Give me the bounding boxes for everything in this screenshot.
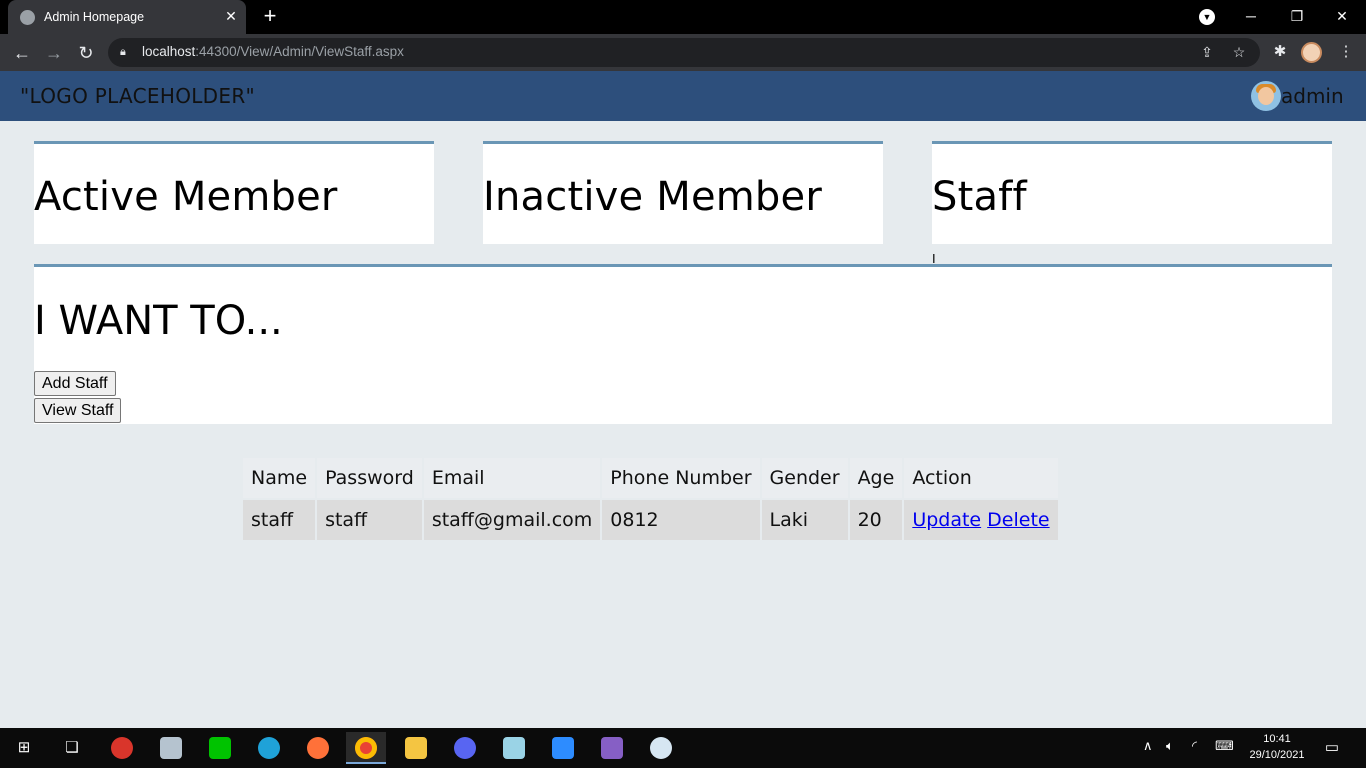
browser-tab-bar: Admin Homepage ✕ + ▼ ─ ❐ ✕: [0, 0, 1366, 34]
app-header: "LOGO PLACEHOLDER" admin: [0, 71, 1366, 121]
system-clock[interactable]: 10:41 29/10/2021: [1244, 731, 1310, 763]
forward-arrow-icon[interactable]: →: [41, 40, 67, 66]
column-header: Action: [904, 458, 1058, 498]
column-header: Age: [849, 458, 903, 498]
back-arrow-icon[interactable]: ←: [9, 40, 35, 66]
tab-title: Admin Homepage: [44, 10, 145, 24]
panel-title: I WANT TO...: [34, 298, 283, 344]
line-app-icon[interactable]: [200, 732, 240, 764]
extensions-icon[interactable]: ✱: [1268, 40, 1292, 64]
chrome-icon[interactable]: [346, 732, 386, 764]
notification-icon[interactable]: ▭: [1322, 738, 1342, 758]
browser-tab[interactable]: Admin Homepage ✕: [8, 0, 246, 34]
visual-studio-icon[interactable]: [592, 732, 632, 764]
cell-gender: Laki: [761, 500, 848, 540]
windows-taskbar: ⊞ ❏ ∧ 🔈︎ ◜ ⌨ 10:41 29/10/2021 ▭: [0, 728, 1366, 768]
cell-password: staff: [317, 500, 422, 540]
ccleaner-icon[interactable]: [102, 732, 142, 764]
column-header: Email: [423, 458, 601, 498]
cell-phone: 0812: [602, 500, 760, 540]
staff-table: Name Password Email Phone Number Gender …: [241, 456, 1060, 542]
network-icon[interactable]: ◜: [1192, 738, 1197, 754]
delete-link[interactable]: Delete: [987, 509, 1049, 531]
reload-icon[interactable]: ↻: [73, 40, 99, 66]
file-explorer-icon[interactable]: [396, 732, 436, 764]
restore-button[interactable]: ❐: [1277, 4, 1317, 28]
zoom-icon[interactable]: [543, 732, 583, 764]
notepad-app-icon[interactable]: [494, 732, 534, 764]
share-icon[interactable]: ⇪: [1198, 43, 1216, 61]
globe-icon: [20, 10, 35, 25]
windows-start-icon[interactable]: ⊞: [4, 732, 44, 764]
edge-icon[interactable]: [249, 732, 289, 764]
table-header-row: Name Password Email Phone Number Gender …: [243, 458, 1058, 498]
volume-icon[interactable]: 🔈︎: [1166, 738, 1174, 754]
column-header: Gender: [761, 458, 848, 498]
new-tab-button[interactable]: +: [259, 5, 281, 28]
card-title: Active Member: [34, 174, 338, 220]
column-header: Name: [243, 458, 316, 498]
table-row: staff staff staff@gmail.com 0812 Laki 20…: [243, 500, 1058, 540]
username[interactable]: admin: [1281, 84, 1344, 108]
active-member-card: Active Member: [34, 141, 434, 244]
cell-name: staff: [243, 500, 316, 540]
firefox-icon[interactable]: [298, 732, 338, 764]
chevron-up-icon[interactable]: ∧: [1143, 738, 1153, 754]
discord-icon[interactable]: [445, 732, 485, 764]
column-header: Phone Number: [602, 458, 760, 498]
card-title: Inactive Member: [483, 174, 822, 220]
actions-panel: I WANT TO... Add Staff View Staff: [34, 264, 1332, 424]
add-staff-button[interactable]: Add Staff: [34, 371, 116, 396]
tab-search-icon[interactable]: ▼: [1199, 9, 1215, 25]
cell-email: staff@gmail.com: [423, 500, 601, 540]
browser-toolbar: ← → ↻ 🔒︎ localhost:44300/View/Admin/View…: [0, 34, 1366, 71]
inactive-member-card: Inactive Member: [483, 141, 883, 244]
address-bar[interactable]: 🔒︎ localhost:44300/View/Admin/ViewStaff.…: [108, 38, 1260, 67]
paint-icon[interactable]: [641, 732, 681, 764]
task-view-icon[interactable]: ❏: [52, 732, 92, 764]
clock-date: 29/10/2021: [1249, 749, 1305, 761]
staff-card: Staff: [932, 141, 1332, 244]
window-close-button[interactable]: ✕: [1322, 4, 1362, 28]
star-icon[interactable]: ☆: [1230, 43, 1248, 61]
minimize-button[interactable]: ─: [1231, 4, 1271, 28]
menu-kebab-icon[interactable]: ⋮: [1334, 40, 1358, 64]
profile-avatar[interactable]: [1301, 42, 1322, 63]
view-staff-button[interactable]: View Staff: [34, 398, 122, 423]
clock-time: 10:41: [1263, 733, 1291, 745]
user-avatar[interactable]: [1251, 81, 1281, 111]
cell-action: Update Delete: [904, 500, 1058, 540]
keyboard-icon[interactable]: ⌨: [1215, 738, 1234, 754]
card-title: Staff: [932, 174, 1027, 220]
monitor-app-icon[interactable]: [151, 732, 191, 764]
lock-icon: 🔒︎: [120, 46, 126, 58]
column-header: Password: [317, 458, 422, 498]
tab-close-icon[interactable]: ✕: [222, 7, 240, 25]
url-text: localhost:44300/View/Admin/ViewStaff.asp…: [142, 44, 404, 59]
update-link[interactable]: Update: [912, 509, 981, 531]
cell-age: 20: [849, 500, 903, 540]
logo-placeholder: "LOGO PLACEHOLDER": [20, 84, 256, 108]
